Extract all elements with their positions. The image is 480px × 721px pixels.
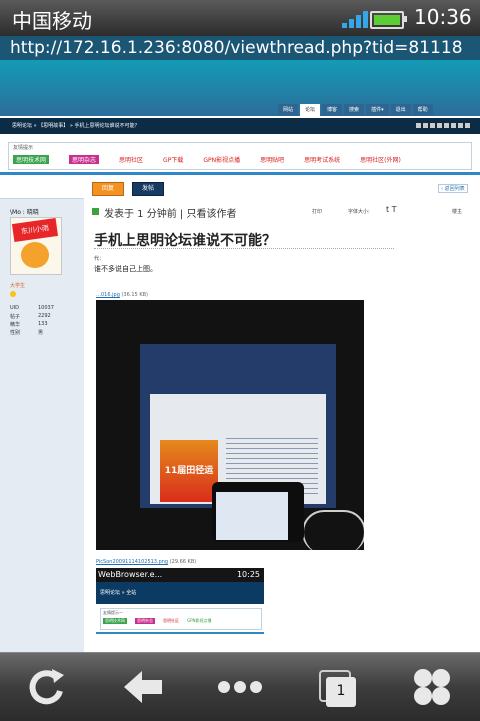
author-sidebar: \Mo : 晓晓 东川小雨 大学生 UID 10037 帖子 2292 精华 133 … [0,198,84,652]
breadcrumb-text[interactable]: 思明论坛 » 【思明故事】 » 手机上思明论坛谁说不可能？ [12,123,139,129]
back-arrow-icon[interactable] [114,663,174,711]
post-meta[interactable]: 发表于 1 分钟前 | 只看该作者 [104,205,236,220]
quick-link[interactable]: GPN影视点播 [203,155,240,164]
screenshot-header: 思明论坛 » 全站 [96,582,264,604]
app-menu-icon[interactable] [402,663,462,711]
browser-toolbar: 1 [0,652,480,721]
breadcrumb: 思明论坛 » 【思明故事】 » 手机上思明论坛谁说不可能？ [0,118,480,134]
menu-item-plugins[interactable]: 插件▾ [366,104,389,116]
rank-star-icon [10,291,16,297]
attachment-link[interactable]: …016.jpg (36.15 KB) [96,292,148,298]
back-to-list-button[interactable]: ‹ 返回列表 [438,184,468,193]
stat-posts: 帖子 2292 [10,313,51,320]
nav-icon[interactable] [465,123,470,128]
more-dots-icon[interactable] [210,663,270,711]
tabs-count: 1 [336,683,346,699]
quick-links-box: 友情提示 思明技术网 思明杂志 思明社区 GP下载 GPN影视点播 思明贴吧 思… [8,142,472,170]
quick-link[interactable]: 思明考试系统 [304,155,340,164]
phone-screen [216,492,288,540]
screenshot-status-bar: WebBrowser.e... 10:25 [96,568,264,582]
battery-icon [370,11,404,29]
quick-link[interactable]: 思明社区 [119,155,143,164]
menu-item-search[interactable]: 搜索 [344,104,365,116]
attached-screenshot[interactable]: WebBrowser.e... 10:25 思明论坛 » 全站 友情提示一 思明… [96,568,264,652]
post-icon [92,208,99,215]
avatar-flag: 东川小雨 [11,218,59,242]
tabs-icon[interactable]: 1 [306,663,366,711]
quick-link[interactable]: 思明杂志 [69,155,100,164]
new-post-button[interactable]: 发帖 [132,182,164,196]
nav-icon[interactable] [451,123,456,128]
divider [0,172,480,175]
reply-button[interactable]: 回复 [92,182,124,196]
print-link[interactable]: 打印 [312,208,322,215]
refresh-icon[interactable] [18,663,78,711]
address-bar[interactable]: http://172.16.1.236:8080/viewthread.php?… [0,36,480,60]
divider [96,632,264,634]
clock: 10:36 [414,5,472,29]
attachment-link[interactable]: PicSon20091114102513.png (29.66 KB) [96,559,196,565]
nav-icon[interactable] [416,123,421,128]
post-area: 回复 发帖 ‹ 返回列表 发表于 1 分钟前 | 只看该作者 打印 字体大小: … [90,178,470,652]
avatar[interactable]: 东川小雨 [10,217,62,275]
avatar-face [21,242,49,268]
post-meta-row: 发表于 1 分钟前 | 只看该作者 打印 字体大小: t T 楼主 [90,205,470,220]
author-rank: 大学生 [10,283,26,289]
quick-link[interactable]: 思明技术网 [13,155,50,164]
stat-gender: 性别男 [10,330,44,336]
attached-photo[interactable]: 11届田径运 [96,300,364,550]
nav-icon[interactable] [458,123,463,128]
post-title: 手机上思明论坛谁说不可能？ [94,233,276,249]
nav-icon[interactable] [444,123,449,128]
nav-icon[interactable] [430,123,435,128]
nav-icon[interactable] [437,123,442,128]
nav-icons [416,123,470,128]
stat-uid: UID 10037 [10,305,54,311]
post-intro: 代： [94,256,105,262]
photo-banner: 11届田径运 [160,440,218,502]
quick-link[interactable]: 思明社区(外网) [360,155,401,164]
font-size-toggle[interactable]: t T [386,205,397,214]
web-page[interactable]: 网站 论坛 博客 搜索 插件▾ 退出 帮助 思明论坛 » 【思明故事】 » 手机… [0,60,480,652]
top-menu: 网站 论坛 博客 搜索 插件▾ 退出 帮助 [278,104,433,116]
usb-cable [302,510,364,550]
menu-item-forum[interactable]: 论坛 [300,104,321,116]
menu-item-site[interactable]: 网站 [278,104,299,116]
floor-label: 楼主 [452,209,463,215]
menu-item-logout[interactable]: 退出 [390,104,411,116]
font-size-label: 字体大小: [348,209,370,215]
status-bar: 中国移动 10:36 [0,0,480,36]
carrier-name: 中国移动 [12,9,92,33]
site-header: 网站 论坛 博客 搜索 插件▾ 退出 帮助 [0,60,480,116]
menu-item-help[interactable]: 帮助 [412,104,433,116]
menu-item-blog[interactable]: 博客 [322,104,343,116]
battery-tip [404,16,407,22]
quick-link[interactable]: 思明贴吧 [260,155,284,164]
quick-link[interactable]: GP下载 [163,155,183,164]
nav-icon[interactable] [423,123,428,128]
divider [94,248,394,249]
author-name[interactable]: \Mo : 晓晓 [10,207,39,216]
screenshot-box: 友情提示一 思明技术网 思明杂志 思明社区 GPN影视点播 [100,608,262,630]
quick-links: 思明技术网 思明杂志 思明社区 GP下载 GPN影视点播 思明贴吧 思明考试系统… [13,155,401,164]
post-body: 谁不多说自己上图。 [94,265,157,273]
quick-links-title: 友情提示 [13,145,34,151]
stat-digest: 精华 133 [10,321,48,328]
